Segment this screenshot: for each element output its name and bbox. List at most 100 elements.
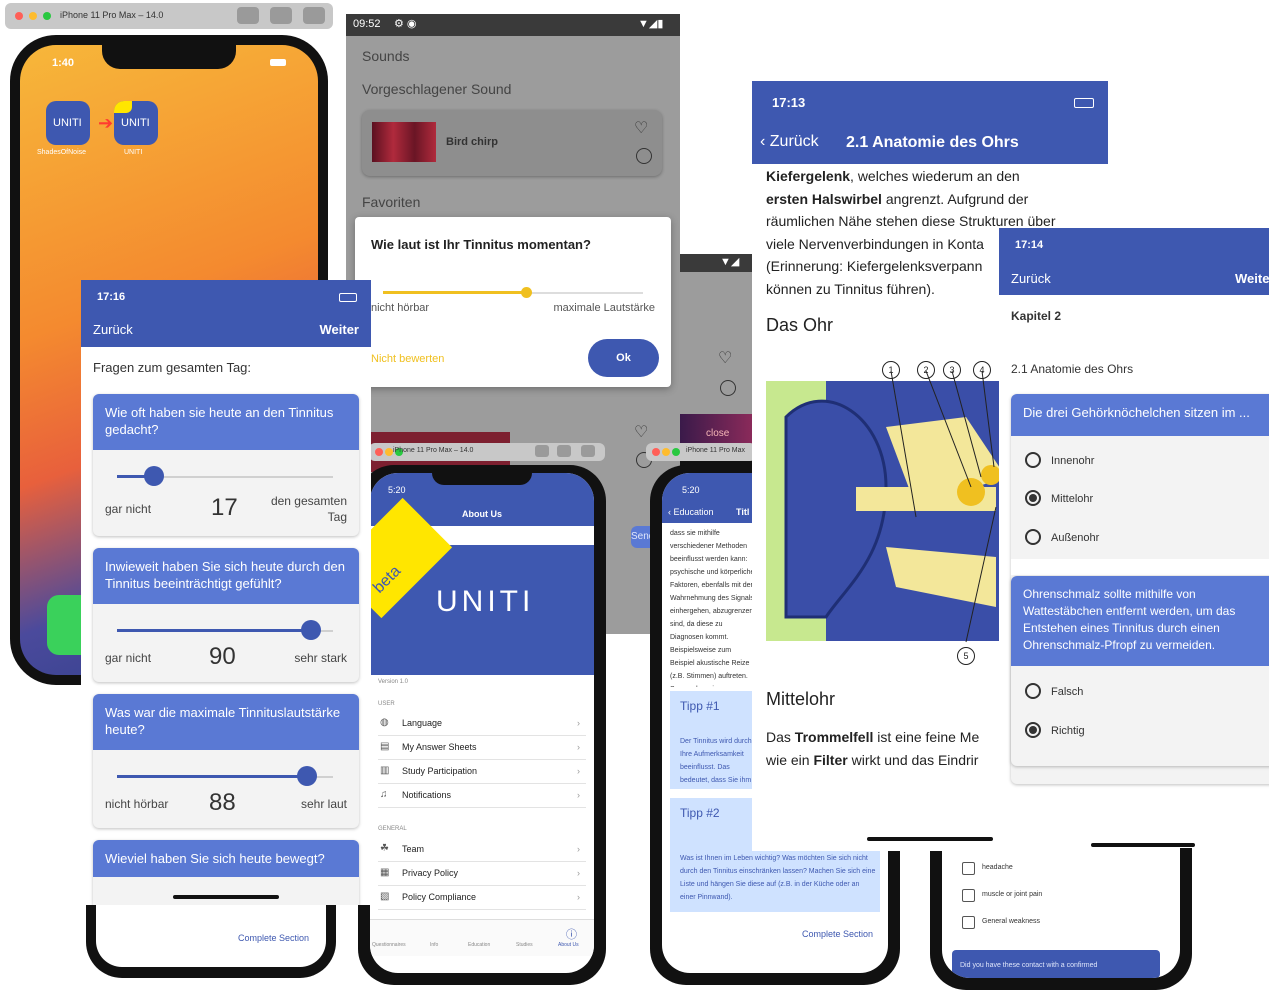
screenshot-icon[interactable] (237, 7, 259, 24)
slider-thumb[interactable] (297, 766, 318, 786)
menu-item-policy-compliance[interactable]: Policy Compliance › (378, 885, 586, 910)
minimize-window-icon[interactable] (29, 12, 37, 20)
android-time: 09:52 (353, 18, 381, 30)
tab-studies[interactable]: Studies (516, 942, 533, 948)
ear-anatomy-illustration (766, 370, 1026, 643)
close-window-icon[interactable] (15, 12, 23, 20)
zoom-window-icon[interactable] (43, 12, 51, 20)
tab-about-us[interactable]: About Us (558, 942, 579, 948)
app-icon-uniti[interactable]: UNITI (114, 101, 158, 145)
app-label-shadesofnoise: ShadesOfNoise (37, 149, 87, 156)
favorites-heading: Favoriten (362, 194, 421, 210)
slider-thumb[interactable] (143, 466, 164, 486)
radio-innenohr[interactable] (1025, 452, 1041, 468)
app-label-uniti: UNITI (124, 149, 143, 156)
slider-thumb[interactable] (301, 620, 322, 640)
chevron-right-icon: › (577, 742, 580, 752)
about-simulator-titlebar: iPhone 11 Pro Max – 14.0 (369, 443, 605, 461)
favorite-heart-icon-2[interactable]: ♡ (634, 422, 648, 442)
marker-2: 2 (917, 361, 935, 379)
tab-questionnaires[interactable]: Questionnaires (372, 942, 406, 948)
slider-fill (117, 629, 312, 632)
home-icon[interactable] (270, 7, 292, 24)
settings-icon: ⚙ ◉ (394, 18, 417, 30)
clipboard-icon: ▥ (380, 765, 390, 776)
quiz-home-indicator (1091, 843, 1195, 847)
checkbox-headache[interactable] (962, 862, 975, 875)
slider-max-label: sehr stark (294, 651, 347, 665)
ok-button[interactable]: Ok (588, 339, 659, 377)
quiz-next-button[interactable]: Weite (1235, 271, 1269, 286)
questionnaire-navbar: 17:16 Zurück Weiter (81, 280, 371, 347)
questionnaire-phone-bottom: Complete Section (86, 905, 336, 978)
slider-max-label: maximale Lautstärke (553, 302, 656, 314)
heading-das-ohr: Das Ohr (766, 315, 834, 335)
question-card-3: Was war die maximale Tinnituslautstärke … (93, 694, 359, 828)
a-status-time: 17:13 (772, 95, 806, 110)
tab-info[interactable]: Info (430, 942, 438, 948)
radio-falsch[interactable] (1025, 683, 1041, 699)
edu-back-button[interactable]: ‹ Education (668, 507, 714, 517)
loudness-slider-fill (383, 291, 526, 294)
q-back-button[interactable]: Zurück (93, 322, 133, 337)
question-card-2: Inwieweit haben Sie sich heute durch den… (93, 548, 359, 682)
radio-richtig[interactable] (1025, 722, 1041, 738)
quiz-screen: 17:14 Zurück Weite Kapitel 2 2.1 Anatomi… (999, 228, 1269, 848)
suggested-sound-card[interactable]: Bird chirp ♡ (362, 110, 662, 176)
rotate-icon[interactable] (303, 7, 325, 24)
about-home-icon[interactable] (557, 445, 571, 457)
loudness-slider-thumb[interactable] (520, 287, 532, 298)
loudness-dialog: Wie laut ist Ihr Tinnitus momentan? nich… (355, 217, 671, 387)
team-icon: ☘ (380, 843, 389, 854)
play-radio-icon[interactable] (636, 148, 652, 164)
about-rotate-icon[interactable] (581, 445, 595, 457)
favorite-heart-icon-3[interactable]: ♡ (718, 348, 732, 368)
app-icon-shadesofnoise[interactable]: UNITI (46, 101, 90, 145)
simulator-titlebar: iPhone 11 Pro Max – 14.0 (5, 3, 333, 29)
menu-item-privacy-policy[interactable]: Privacy Policy › (378, 861, 586, 886)
menu-item-study-participation[interactable]: Study Participation › (378, 759, 586, 784)
menu-item-answer-sheets[interactable]: My Answer Sheets › (378, 735, 586, 760)
slider-value: 90 (209, 643, 236, 670)
q-next-button[interactable]: Weiter (320, 322, 360, 337)
about-screenshot-icon[interactable] (535, 445, 549, 457)
sound-spectrogram (372, 122, 436, 162)
checkbox-weakness[interactable] (962, 916, 975, 929)
edu-complete-section-button[interactable]: Complete Section (802, 929, 873, 939)
question-text: Inwieweit haben Sie sich heute durch den… (93, 548, 359, 604)
radio-mittelohr[interactable] (1025, 490, 1041, 506)
slider-min-label: nicht hörbar (105, 797, 169, 811)
menu-item-language[interactable]: Language › (378, 711, 586, 736)
menu-item-team[interactable]: Team › (378, 837, 586, 862)
question-text: Wieviel haben Sie sich heute bewegt? (93, 840, 359, 877)
slider-fill (117, 775, 308, 778)
a-back-button[interactable]: ‹ Zurück (760, 133, 819, 151)
q-complete-section-button[interactable]: Complete Section (238, 933, 309, 943)
close-button[interactable]: close (706, 428, 729, 439)
quiz-navbar: 17:14 Zurück Weite (999, 228, 1269, 295)
home-indicator (173, 895, 279, 899)
skip-rating-button[interactable]: Nicht bewerten (371, 353, 444, 365)
quiz-back-button[interactable]: Zurück (1011, 271, 1051, 286)
user-section-header: USER (378, 701, 395, 707)
menu-item-notifications[interactable]: Notifications › (378, 783, 586, 808)
android-statusbar: 09:52 ⚙ ◉ ▼◢▮ (346, 14, 680, 36)
quiz-status-time: 17:14 (1015, 239, 1044, 251)
contact-question-card: Did you have these contact with a confir… (952, 950, 1160, 978)
compliance-icon: ▧ (380, 891, 390, 902)
slider-value: 17 (211, 494, 238, 521)
radio-aussenohr[interactable] (1025, 529, 1041, 545)
favorite-heart-icon[interactable]: ♡ (634, 118, 648, 138)
q-battery-icon (339, 293, 357, 302)
tab-education[interactable]: Education (468, 942, 490, 948)
questionnaire-screen: 17:16 Zurück Weiter Fragen zum gesamten … (81, 280, 371, 905)
anatomy-home-indicator (867, 837, 993, 841)
quiz-question-text: Ohrenschmalz sollte mithilfe von Wattest… (1011, 576, 1269, 666)
checkbox-muscle-pain[interactable] (962, 889, 975, 902)
chapter-label: Kapitel 2 (1011, 309, 1062, 323)
chevron-right-icon: › (577, 790, 580, 800)
status-time: 1:40 (52, 57, 75, 69)
question-text: Wie oft haben sie heute an den Tinnitus … (93, 394, 359, 450)
marker-5: 5 (957, 647, 975, 665)
iphone-about: 5:20 About Us beta UNITI Version 1.0 USE… (358, 465, 606, 985)
